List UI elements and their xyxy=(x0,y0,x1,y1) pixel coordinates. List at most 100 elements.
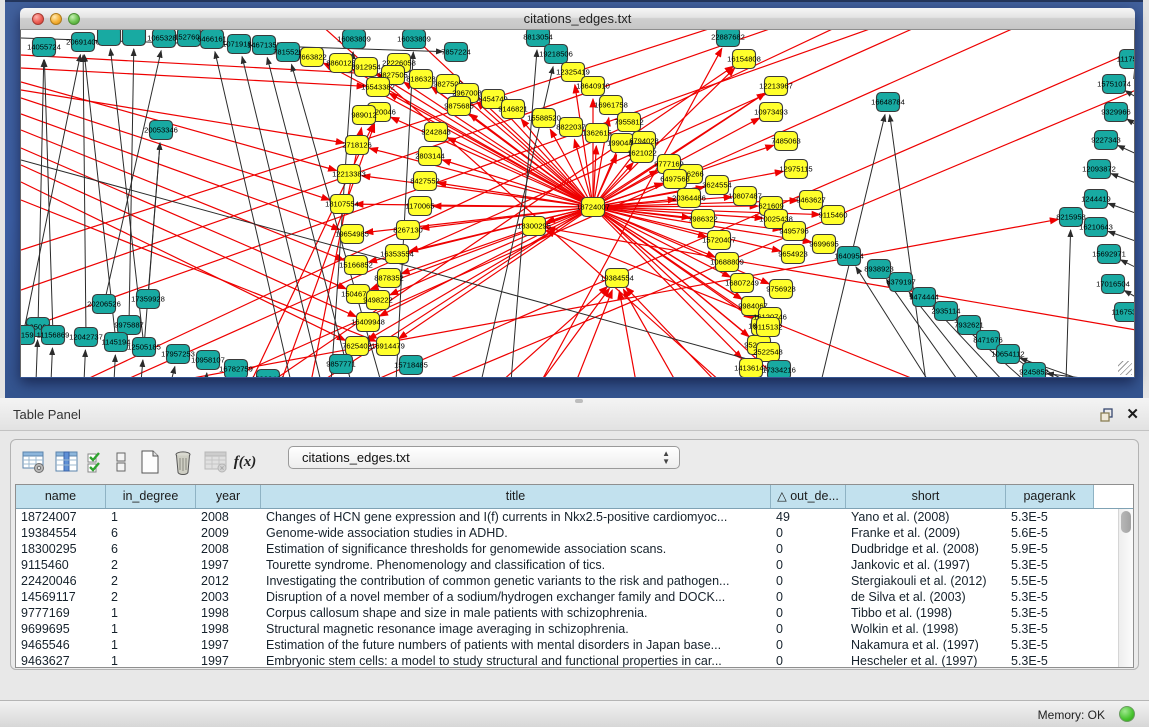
column-header[interactable]: title xyxy=(261,485,771,508)
graph-node[interactable]: 9474444 xyxy=(909,288,939,307)
graph-node[interactable]: 9115132 xyxy=(754,318,783,337)
graph-node[interactable]: 8186328 xyxy=(406,70,436,89)
graph-node[interactable]: 1170065 xyxy=(406,197,435,216)
graph-node[interactable]: 12093872 xyxy=(1082,160,1116,179)
table-row[interactable]: 969969511998Structural magnetic resonanc… xyxy=(16,621,1118,637)
graph-node[interactable]: 16353554 xyxy=(380,245,414,264)
graph-node[interactable]: 9227343 xyxy=(1091,131,1121,150)
column-header[interactable]: name xyxy=(16,485,106,508)
graph-node[interactable]: 9857771 xyxy=(326,355,356,374)
graph-node[interactable]: 22887682 xyxy=(711,30,745,47)
float-panel-icon[interactable] xyxy=(1099,407,1115,423)
column-header[interactable]: △ out_de... xyxy=(771,485,846,508)
graph-node[interactable] xyxy=(123,30,146,46)
table-row[interactable]: 1456911722003Disruption of a novel membe… xyxy=(16,589,1118,605)
table-row[interactable]: 1872400712008Changes of HCN gene express… xyxy=(16,509,1118,525)
column-header[interactable]: year xyxy=(196,485,261,508)
table-row[interactable]: 911546021997Tourette syndrome. Phenomeno… xyxy=(16,557,1118,573)
table-panel-header[interactable]: Table Panel ✕ xyxy=(0,398,1149,431)
scrollbar-thumb[interactable] xyxy=(1121,511,1131,533)
graph-node[interactable]: 7955812 xyxy=(614,113,644,132)
graph-node[interactable]: 1117514 xyxy=(1117,50,1135,69)
table-vertical-scrollbar[interactable] xyxy=(1118,509,1133,667)
graph-node[interactable]: 10654112 xyxy=(991,345,1024,364)
graph-node[interactable]: 8878352 xyxy=(374,269,404,288)
graph-node[interactable]: 7485063 xyxy=(771,132,801,151)
window-resize-grip[interactable] xyxy=(1118,361,1132,375)
graph-node[interactable]: 6379197 xyxy=(886,273,916,292)
graph-node[interactable]: 989012 xyxy=(351,106,376,125)
graph-node[interactable]: 16083809 xyxy=(337,30,371,49)
panel-drag-handle[interactable] xyxy=(575,399,583,403)
network-window[interactable]: citations_edges.txt 14055724 20691406 1065… xyxy=(20,8,1135,378)
graph-node[interactable]: 7986322 xyxy=(688,210,718,229)
graph-node[interactable]: 8427552 xyxy=(410,172,440,191)
column-header[interactable]: short xyxy=(846,485,1006,508)
graph-node[interactable]: 39159 xyxy=(21,326,35,345)
graph-node[interactable]: 9756928 xyxy=(766,280,796,299)
graph-node[interactable]: 6497568 xyxy=(660,170,690,189)
graph-node[interactable]: 7663822 xyxy=(297,48,327,67)
table-row[interactable]: 1830029562008Estimation of significance … xyxy=(16,541,1118,557)
table-row[interactable]: 946362711997Embryonic stem cells: a mode… xyxy=(16,653,1118,667)
graph-node[interactable]: 7857224 xyxy=(441,43,471,62)
graph-node[interactable]: 16914479 xyxy=(371,337,405,356)
graph-node[interactable]: 14055724 xyxy=(27,38,61,57)
graph-node[interactable]: 16961758 xyxy=(594,96,628,115)
graph-node[interactable]: 12975115 xyxy=(779,160,812,179)
graph-node[interactable]: 12213383 xyxy=(332,165,366,184)
graph-node[interactable]: 1621022 xyxy=(627,144,657,163)
checklist-icon[interactable] xyxy=(85,447,107,477)
table-row[interactable]: 1938455462009Genome-wide association stu… xyxy=(16,525,1118,541)
graph-node[interactable]: 20691406 xyxy=(66,33,100,52)
graph-node[interactable]: 9329966 xyxy=(1101,103,1131,122)
graph-node[interactable]: 19218506 xyxy=(539,45,573,64)
table-settings-icon[interactable] xyxy=(19,447,49,477)
graph-node[interactable]: 9975887 xyxy=(114,316,144,335)
graph-node[interactable]: 19384554 xyxy=(600,269,634,288)
graph-node[interactable]: 20053346 xyxy=(144,121,178,140)
graph-node[interactable]: 2803144 xyxy=(415,147,445,166)
graph-node[interactable]: 12505185 xyxy=(127,338,161,357)
graph-node[interactable]: 17359928 xyxy=(131,290,165,309)
graph-node[interactable]: 16648784 xyxy=(871,93,905,112)
table-row[interactable]: 977716911998Corpus callosum shape and si… xyxy=(16,605,1118,621)
graph-node[interactable]: 9654923 xyxy=(778,245,808,264)
graph-node[interactable]: 15718485 xyxy=(394,356,428,375)
table-select-dropdown[interactable]: citations_edges.txt ▲▼ xyxy=(288,446,680,469)
graph-node[interactable]: 9245852 xyxy=(1019,363,1049,378)
graph-node[interactable]: 17957253 xyxy=(161,345,195,364)
column-header[interactable]: pagerank xyxy=(1006,485,1094,508)
graph-node[interactable]: 9498222 xyxy=(363,291,393,310)
graph-node[interactable]: 9242848 xyxy=(421,123,451,142)
graph-node[interactable]: 9146821 xyxy=(498,100,528,119)
graph-node[interactable]: 2718126 xyxy=(342,136,372,155)
trash-icon[interactable] xyxy=(168,447,198,477)
graph-node[interactable]: 18107554 xyxy=(325,195,359,214)
graph-node[interactable]: 16033809 xyxy=(397,30,431,49)
graph-node[interactable]: 12213967 xyxy=(759,77,793,96)
graph-node[interactable]: 12042737 xyxy=(69,328,103,347)
graph-node[interactable]: 9495796 xyxy=(779,222,809,241)
table-row[interactable]: 946554611997Estimation of the future num… xyxy=(16,637,1118,653)
graph-node[interactable]: 9115460 xyxy=(819,206,848,225)
close-panel-icon[interactable]: ✕ xyxy=(1126,405,1139,423)
graph-node[interactable]: 15692971 xyxy=(1092,245,1126,264)
window-titlebar[interactable]: citations_edges.txt xyxy=(20,8,1135,30)
table-row[interactable]: 2242004622012Investigating the contribut… xyxy=(16,573,1118,589)
rows-icon[interactable] xyxy=(110,447,132,477)
new-document-icon[interactable] xyxy=(135,447,165,477)
graph-node[interactable]: 11156869 xyxy=(37,326,70,345)
graph-node[interactable]: 8912954 xyxy=(351,58,381,77)
function-builder-icon[interactable]: f(x) xyxy=(234,447,256,477)
graph-node[interactable]: 9875685 xyxy=(444,97,474,116)
graph-node[interactable]: 20206526 xyxy=(87,295,121,314)
graph-node[interactable]: 9463627 xyxy=(796,191,826,210)
graph-node[interactable]: 2935114 xyxy=(932,302,961,321)
graph-node[interactable]: 1640954 xyxy=(834,247,864,266)
graph-node[interactable] xyxy=(98,30,121,46)
graph-node[interactable]: 7625402 xyxy=(342,337,372,356)
network-view-canvas[interactable]: 1405572420691406106532871527602646616110… xyxy=(20,30,1135,377)
graph-node[interactable]: 1244419 xyxy=(1081,190,1111,209)
graph-node[interactable]: 8267130 xyxy=(393,221,423,240)
